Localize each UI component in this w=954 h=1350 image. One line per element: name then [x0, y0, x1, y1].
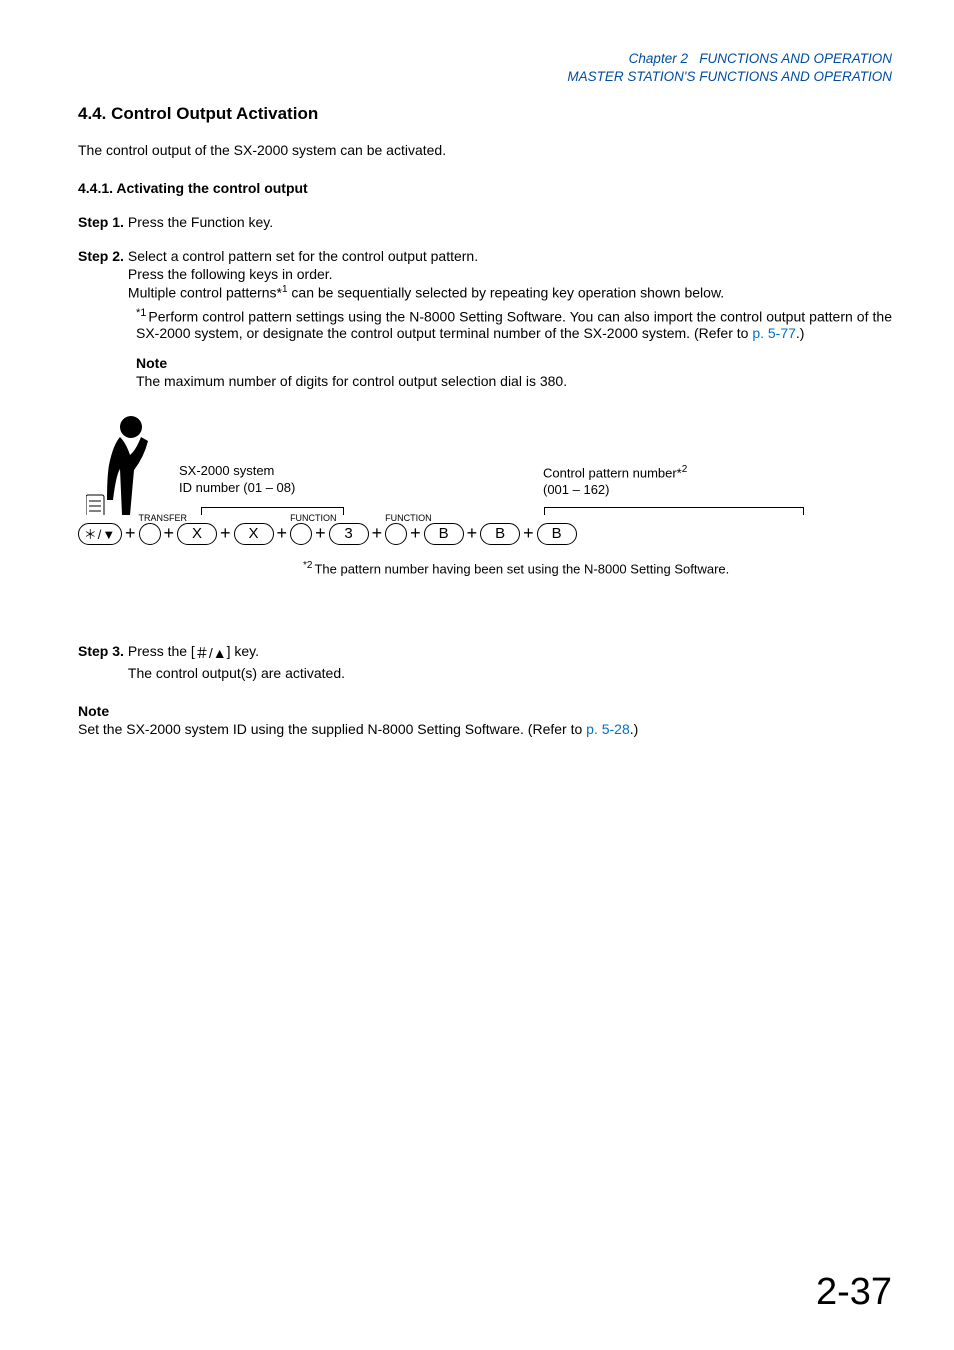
plus-icon: +	[467, 523, 478, 544]
chapter-header: Chapter 2 FUNCTIONS AND OPERATION MASTER…	[78, 50, 892, 86]
chapter-title-1: FUNCTIONS AND OPERATION	[699, 51, 892, 66]
note-body: The maximum number of digits for control…	[136, 373, 892, 389]
bracket-icon	[544, 507, 804, 515]
plus-icon: +	[372, 523, 383, 544]
intro-text: The control output of the SX-2000 system…	[78, 142, 892, 158]
x-key: X	[177, 523, 217, 545]
star-down-key: ＊/▼	[78, 523, 122, 545]
plus-icon: +	[125, 523, 136, 544]
key-row: ＊/▼ + TRANSFER + X + X + FUNCTION + 3 + …	[78, 523, 577, 545]
note-label: Note	[136, 355, 892, 371]
step-label: Step 2.	[78, 248, 124, 301]
key-sequence-diagram: SX-2000 system ID number (01 – 08) Contr…	[78, 415, 892, 595]
page-ref-link[interactable]: p. 5-28	[586, 721, 630, 737]
step-2: Step 2. Select a control pattern set for…	[78, 248, 892, 301]
plus-icon: +	[315, 523, 326, 544]
step3-line2: The control output(s) are activated.	[128, 665, 345, 681]
step-label: Step 3.	[78, 643, 124, 681]
section-title: 4.4. Control Output Activation	[78, 104, 892, 124]
annotation-sx2000: SX-2000 system ID number (01 – 08)	[179, 463, 329, 497]
hash-up-key: ＃/▲	[195, 643, 227, 663]
step2-line1: Select a control pattern set for the con…	[128, 248, 724, 264]
step-1: Step 1. Press the Function key.	[78, 214, 892, 230]
function-label: FUNCTION	[385, 513, 407, 523]
step2-line2: Press the following keys in order.	[128, 266, 724, 282]
step-label: Step 1.	[78, 214, 124, 230]
section-number: 4.4.	[78, 104, 106, 123]
page-number: 2-37	[816, 1271, 892, 1314]
footnote-2: *2The pattern number having been set usi…	[303, 560, 729, 576]
step3-line1: Press the [＃/▲] key.	[128, 643, 345, 663]
transfer-label: TRANSFER	[139, 513, 161, 523]
chapter-prefix: Chapter 2	[629, 51, 688, 66]
plus-icon: +	[220, 523, 231, 544]
chapter-title-2: MASTER STATION'S FUNCTIONS AND OPERATION	[78, 68, 892, 86]
function-key	[290, 523, 312, 545]
plus-icon: +	[410, 523, 421, 544]
function-label: FUNCTION	[290, 513, 312, 523]
page-ref-link[interactable]: p. 5-77	[752, 325, 796, 341]
subsection-name: Activating the control output	[116, 180, 307, 196]
x-key: X	[234, 523, 274, 545]
section-name: Control Output Activation	[111, 104, 318, 123]
step-text: Press the Function key.	[128, 214, 273, 230]
plus-icon: +	[164, 523, 175, 544]
person-icon	[86, 415, 158, 515]
transfer-key	[139, 523, 161, 545]
b-key: B	[424, 523, 464, 545]
function-key	[385, 523, 407, 545]
b-key: B	[537, 523, 577, 545]
document-page: Chapter 2 FUNCTIONS AND OPERATION MASTER…	[0, 0, 954, 1350]
subsection-title: 4.4.1. Activating the control output	[78, 180, 892, 196]
annotation-control-pattern: Control pattern number*2 (001 – 162)	[543, 463, 763, 499]
plus-icon: +	[277, 523, 288, 544]
subsection-number: 4.4.1.	[78, 180, 113, 196]
step-3: Step 3. Press the [＃/▲] key. The control…	[78, 643, 892, 681]
step2-line3: Multiple control patterns*1 can be seque…	[128, 284, 724, 301]
note-label: Note	[78, 703, 892, 719]
plus-icon: +	[523, 523, 534, 544]
footnote-1: *1Perform control pattern settings using…	[136, 307, 892, 341]
b-key: B	[480, 523, 520, 545]
three-key: 3	[329, 523, 369, 545]
note-body: Set the SX-2000 system ID using the supp…	[78, 721, 892, 737]
